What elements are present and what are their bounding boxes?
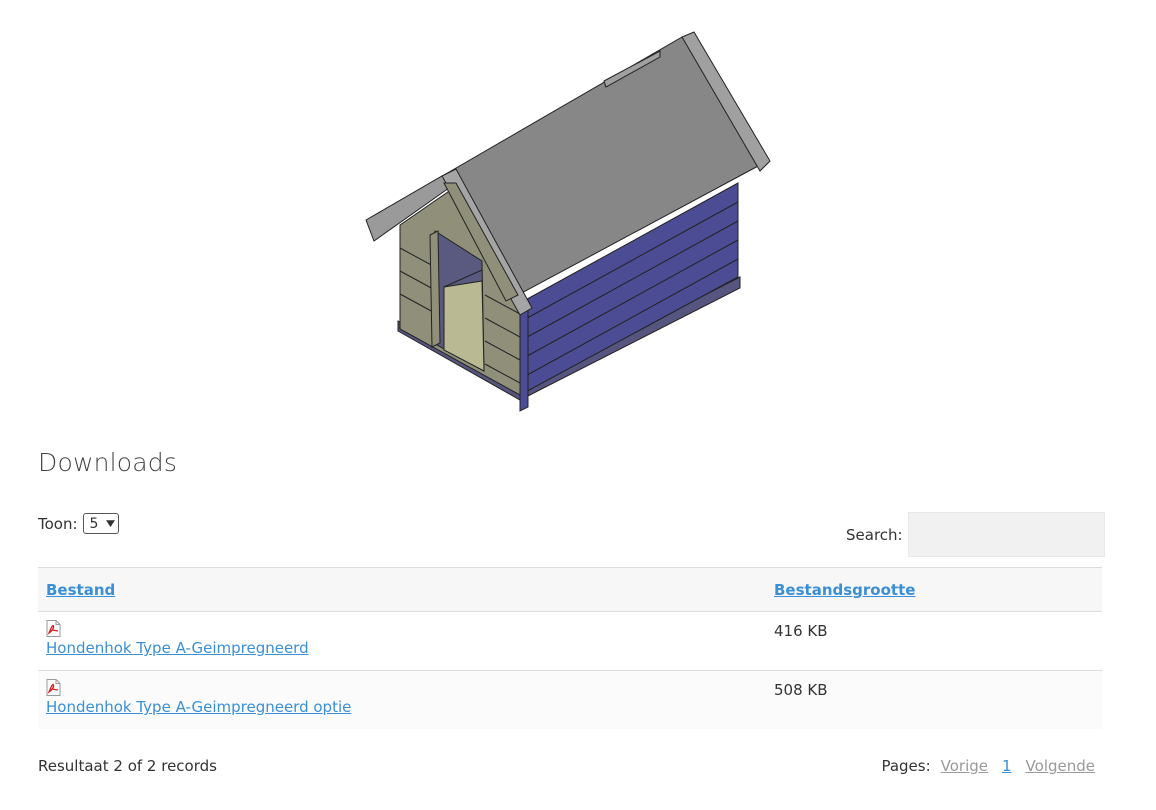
header-cell-file: Bestand (38, 580, 767, 599)
search-label: Search: (846, 525, 903, 544)
section-title: Downloads (38, 448, 178, 477)
file-cell: Hondenhok Type A-Geimpregneerd optie (38, 671, 767, 729)
dog-kennel-image (360, 25, 780, 415)
file-link[interactable]: Hondenhok Type A-Geimpregneerd optie (46, 698, 767, 716)
page-size-label: Toon: (38, 514, 78, 533)
pdf-icon (46, 679, 61, 696)
next-page-link[interactable]: Volgende (1026, 757, 1095, 775)
file-size: 416 KB (774, 622, 828, 640)
page-size-select[interactable]: 5 ▼ (82, 513, 119, 534)
sort-by-file-link[interactable]: Bestand (46, 581, 115, 599)
file-link[interactable]: Hondenhok Type A-Geimpregneerd (46, 639, 767, 657)
sort-by-size-link[interactable]: Bestandsgrootte (774, 581, 915, 599)
page-size-value: 5 (89, 515, 99, 532)
pdf-icon (46, 620, 61, 637)
search-control: Search: (846, 512, 1105, 557)
file-cell: Hondenhok Type A-Geimpregneerd (38, 612, 767, 670)
pagination: Pages: Vorige 1 Volgende (881, 757, 1095, 775)
table-header-row: Bestand Bestandsgrootte (38, 567, 1102, 611)
page-1-link[interactable]: 1 (1002, 757, 1012, 775)
chevron-down-icon: ▼ (105, 518, 115, 529)
search-input[interactable] (907, 512, 1105, 557)
header-cell-size: Bestandsgrootte (767, 580, 1102, 599)
table-row: Hondenhok Type A-Geimpregneerd optie 508… (38, 670, 1102, 729)
downloads-table: Bestand Bestandsgrootte Hondenhok Type A… (38, 567, 1102, 729)
previous-page-link[interactable]: Vorige (941, 757, 988, 775)
result-count: Resultaat 2 of 2 records (38, 757, 217, 775)
file-size: 508 KB (774, 681, 828, 699)
table-row: Hondenhok Type A-Geimpregneerd 416 KB (38, 611, 1102, 670)
page-size-control: Toon: 5 ▼ (38, 513, 119, 534)
pages-label: Pages: (881, 757, 931, 775)
